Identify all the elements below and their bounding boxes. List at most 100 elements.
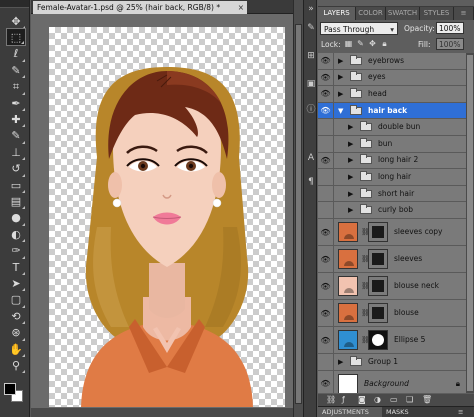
vector-mask-thumbnail[interactable] xyxy=(368,303,388,323)
layer-row[interactable]: ▶ Group 1 xyxy=(318,354,466,371)
layer-row[interactable]: 👁︎ ▶ eyes xyxy=(318,69,466,87)
expand-triangle-icon[interactable]: ▶ xyxy=(348,123,355,131)
layer-row[interactable]: 👁︎ ⛓ blouse xyxy=(318,300,466,327)
tab-color[interactable]: COLOR xyxy=(356,7,386,20)
expand-triangle-icon[interactable]: ▶ xyxy=(348,140,355,148)
mask-link-icon[interactable]: ⛓ xyxy=(361,335,370,345)
lock-position-icon[interactable]: ✥ xyxy=(368,39,377,49)
pen-icon[interactable]: ✑ xyxy=(6,242,26,260)
layer-row[interactable]: 👁︎ ⛓ sleeves copy xyxy=(318,219,466,246)
expand-triangle-icon[interactable]: ▶ xyxy=(338,90,345,98)
expand-triangle-icon[interactable]: ▶ xyxy=(348,206,355,214)
expand-triangle-icon[interactable]: ▶ xyxy=(338,73,345,81)
vector-mask-thumbnail[interactable] xyxy=(368,276,388,296)
visibility-eye-icon[interactable]: 👁︎ xyxy=(318,300,334,326)
healing-icon[interactable]: ✚ xyxy=(6,110,26,128)
marquee-icon[interactable]: ⬚ xyxy=(6,28,26,47)
layers-scrollbar[interactable] xyxy=(466,53,474,393)
zoom-icon[interactable]: ⚲ xyxy=(6,356,26,374)
layer-row[interactable]: 👁︎ ⛓ sleeves xyxy=(318,246,466,273)
visibility-eye-icon[interactable]: 👁︎ xyxy=(318,152,334,169)
eraser-icon[interactable]: ▭ xyxy=(6,176,26,194)
image-canvas[interactable] xyxy=(49,27,285,407)
visibility-eye-icon[interactable] xyxy=(318,136,334,152)
layer-row[interactable]: 👁︎ ▶ head xyxy=(318,86,466,103)
tab-adjustments[interactable]: ADJUSTMENTS xyxy=(318,407,382,417)
stamp-icon[interactable]: ⊥ xyxy=(6,143,26,161)
panel-menu-icon[interactable]: ≡ xyxy=(454,7,474,20)
document-tab[interactable]: Female-Avatar-1.psd @ 25% (hair back, RG… xyxy=(33,1,247,14)
layer-row[interactable]: 👁︎ Background 🔒︎ xyxy=(318,370,466,393)
layer-row[interactable]: ▶ long hair xyxy=(318,169,466,186)
tab-masks[interactable]: MASKS xyxy=(382,407,422,417)
shape-icon[interactable]: ▢ xyxy=(6,291,26,309)
visibility-eye-icon[interactable]: 👁︎ xyxy=(318,246,334,272)
layer-row[interactable]: 👁︎ ▼ hair back xyxy=(318,102,466,120)
layer-row[interactable]: 👁︎ ⛓ blouse neck xyxy=(318,273,466,300)
layer-row[interactable]: 👁︎ ▶ eyebrows xyxy=(318,53,466,70)
visibility-eye-icon[interactable] xyxy=(318,202,334,218)
add-mask-icon[interactable]: ◙ xyxy=(358,395,366,404)
visibility-eye-icon[interactable]: 👁︎ xyxy=(318,86,334,102)
expand-triangle-icon[interactable]: ▶ xyxy=(348,190,355,198)
layer-row[interactable]: 👁︎ ⛓ Ellipse 5 xyxy=(318,327,466,354)
layer-row[interactable]: ▶ short hair xyxy=(318,185,466,203)
toolbar-grip[interactable] xyxy=(0,0,29,8)
crop-icon[interactable]: ⌗ xyxy=(6,78,26,96)
tab-layers[interactable]: LAYERS xyxy=(318,7,356,20)
dock-toggle-icon[interactable]: » xyxy=(306,3,316,15)
3d-rotate-icon[interactable]: ⟲ xyxy=(6,307,26,325)
move-icon[interactable]: ✥ xyxy=(6,12,26,30)
blend-mode-select[interactable]: Pass Through ▾ xyxy=(320,22,398,35)
mask-link-icon[interactable]: ⛓ xyxy=(361,254,370,264)
visibility-eye-icon[interactable]: 👁︎ xyxy=(318,53,334,69)
lasso-icon[interactable]: ℓ xyxy=(6,45,26,63)
document-scrollbar[interactable] xyxy=(293,0,303,417)
opacity-field[interactable]: 100% xyxy=(436,22,464,34)
character-icon[interactable]: A xyxy=(306,152,316,164)
visibility-eye-icon[interactable] xyxy=(318,354,334,370)
gradient-icon[interactable]: ▤ xyxy=(6,192,26,210)
quick-select-icon[interactable]: ✎ xyxy=(6,61,26,79)
layer-row[interactable]: 👁︎ ▶ long hair 2 xyxy=(318,152,466,170)
vector-mask-thumbnail[interactable] xyxy=(368,330,388,350)
mask-link-icon[interactable]: ⛓ xyxy=(361,227,370,237)
visibility-eye-icon[interactable] xyxy=(318,119,334,135)
dodge-icon[interactable]: ◐ xyxy=(6,225,26,243)
tab-styles[interactable]: STYLES xyxy=(420,7,454,20)
bottom-panel-menu-icon[interactable]: ≡ xyxy=(454,407,474,417)
visibility-eye-icon[interactable]: 👁︎ xyxy=(318,219,334,245)
expand-triangle-open-icon[interactable]: ▼ xyxy=(338,107,345,115)
layers-scroll-thumb[interactable] xyxy=(467,55,473,391)
visibility-eye-icon[interactable]: 👁︎ xyxy=(318,69,334,86)
visibility-eye-icon[interactable] xyxy=(318,169,334,185)
notes-icon[interactable]: ✎ xyxy=(306,22,316,34)
hand-icon[interactable]: ✋ xyxy=(6,340,26,358)
new-group-icon[interactable]: ▭ xyxy=(390,395,398,404)
expand-triangle-icon[interactable]: ▶ xyxy=(348,156,355,164)
tab-swatches[interactable]: SWATCH xyxy=(386,7,420,20)
navigator-icon[interactable]: ▣ xyxy=(306,78,316,90)
new-layer-icon[interactable]: ❏ xyxy=(406,395,413,404)
brush-icon[interactable]: ✎ xyxy=(6,127,26,145)
mask-link-icon[interactable]: ⛓ xyxy=(361,308,370,318)
link-layers-icon[interactable]: ⛓ xyxy=(326,395,336,404)
history-icon[interactable]: ⊞ xyxy=(306,50,316,62)
fill-field[interactable]: 100% xyxy=(436,38,464,50)
vector-mask-thumbnail[interactable] xyxy=(368,249,388,269)
3d-orbit-icon[interactable]: ⊛ xyxy=(6,324,26,342)
expand-triangle-icon[interactable]: ▶ xyxy=(338,358,345,366)
foreground-color-swatch[interactable] xyxy=(4,383,16,395)
mask-link-icon[interactable]: ⛓ xyxy=(361,281,370,291)
visibility-eye-icon[interactable]: 👁︎ xyxy=(318,370,334,393)
vector-mask-thumbnail[interactable] xyxy=(368,222,388,242)
history-brush-icon[interactable]: ↺ xyxy=(6,160,26,178)
layer-row[interactable]: ▶ curly bob xyxy=(318,202,466,219)
close-icon[interactable]: × xyxy=(238,1,244,14)
expand-triangle-icon[interactable]: ▶ xyxy=(348,173,355,181)
layer-row[interactable]: ▶ bun xyxy=(318,136,466,153)
lock-transparent-icon[interactable]: ▦ xyxy=(344,39,353,49)
blur-icon[interactable]: ● xyxy=(6,209,26,227)
lock-all-icon[interactable]: 🔒︎ xyxy=(380,39,389,49)
visibility-eye-icon[interactable]: 👁︎ xyxy=(318,273,334,299)
